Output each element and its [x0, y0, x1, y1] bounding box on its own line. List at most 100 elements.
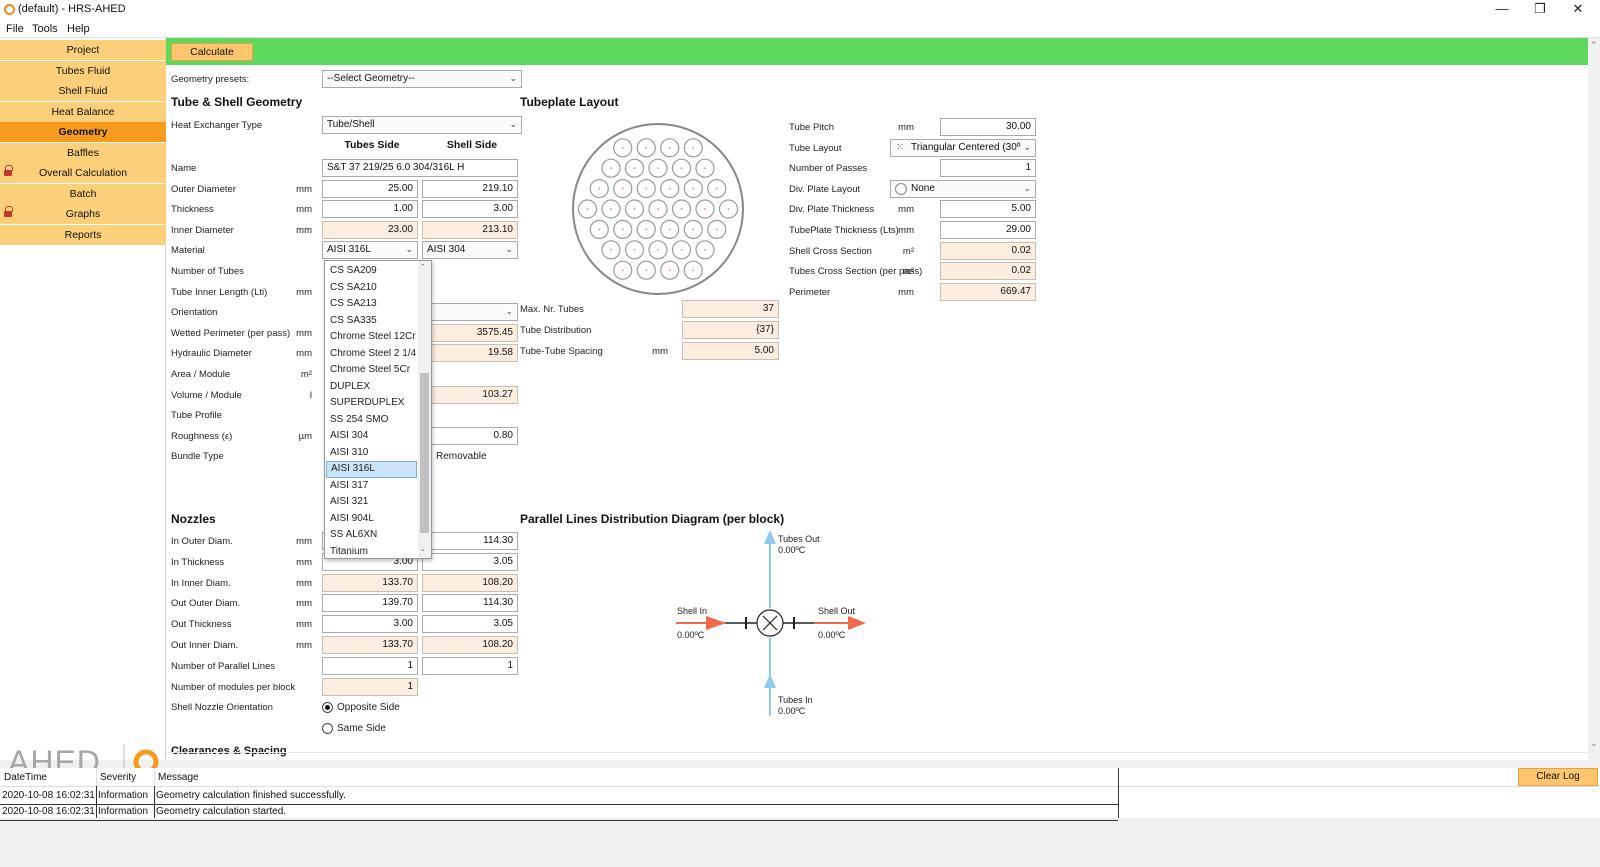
chevron-down-icon: ⌄ [405, 244, 413, 255]
clear-log-button[interactable]: Clear Log [1518, 768, 1598, 786]
material-option-cs-sa213[interactable]: CS SA213 [326, 296, 417, 313]
outer-diameter-label: Outer Diameter [171, 183, 236, 195]
div-plate-thickness-field[interactable]: 5.00 [940, 200, 1036, 219]
sidebar-item-label: Geometry [58, 126, 108, 138]
opposite-side-radio[interactable] [322, 702, 333, 713]
scroll-up-icon[interactable]: ⌃ [1590, 40, 1598, 51]
out-outer-diam-tubes-field[interactable]: 139.70 [322, 594, 418, 613]
roughness-shell-field[interactable]: 0.80 [422, 426, 518, 445]
dropdown-scroll-thumb[interactable] [420, 373, 429, 533]
material-option-aisi-317[interactable]: AISI 317 [326, 478, 417, 495]
material-option-aisi-904l[interactable]: AISI 904L [326, 511, 417, 528]
material-option-ss-al6xn[interactable]: SS AL6XN [326, 527, 417, 544]
roughness-unit: µm [298, 430, 312, 442]
sidebar-item-reports[interactable]: Reports [0, 224, 166, 245]
number-of-passes-field[interactable]: 1 [940, 159, 1036, 178]
tube-center-dot [704, 167, 706, 170]
sidebar-item-label: Overall Calculation [38, 167, 128, 179]
tubeplate-thickness-lts-label: TubePlate Thickness (Lts) [789, 225, 899, 236]
number-of-parallel-lines-tubes-field[interactable]: 1 [322, 656, 418, 675]
calculate-button[interactable]: Calculate [171, 43, 253, 61]
tube-pitch-field[interactable]: 30.00 [940, 118, 1036, 136]
material-option-aisi-321[interactable]: AISI 321 [326, 494, 417, 511]
menu-help[interactable]: Help [67, 23, 90, 35]
same-side-label: Same Side [337, 723, 386, 734]
name-field[interactable]: S&T 37 219/25 6.0 304/316L H [322, 159, 518, 177]
thickness-shell-field[interactable]: 3.00 [422, 200, 518, 219]
material-option-cs-sa210[interactable]: CS SA210 [326, 280, 417, 297]
hx-type-select[interactable]: Tube/Shell ⌄ [322, 116, 522, 134]
log-col-severity: Severity [100, 772, 137, 783]
sidebar-item-graphs[interactable]: Graphs [0, 204, 166, 224]
same-side-radio[interactable] [322, 723, 333, 734]
div-plate-layout-select[interactable]: None ⌄ [890, 179, 1036, 198]
material-option-duplex[interactable]: DUPLEX [326, 379, 417, 396]
dropdown-scrollbar[interactable]: ⌃ ⌄ [418, 261, 431, 558]
outer-diameter-shell-field[interactable]: 219.10 [422, 179, 518, 198]
material-option-chrome-steel-12cr[interactable]: Chrome Steel 12Cr [326, 329, 417, 346]
tube-layout-label: Tube Layout [789, 142, 842, 154]
out-inner-diam-shell-field: 108.20 [422, 636, 518, 654]
tube-distribution-label: Tube Distribution [520, 325, 592, 336]
material-option-aisi-316l[interactable]: AISI 316L [326, 461, 417, 478]
max-tubes-label: Max. Nr. Tubes [520, 304, 584, 315]
material-dropdown-list[interactable]: CS SA209 CS SA210 CS SA213 CS SA335 Chrome S… [324, 260, 432, 559]
scroll-down-icon[interactable]: ⌄ [420, 545, 426, 553]
material-option-cs-sa209[interactable]: CS SA209 [326, 263, 417, 280]
tubes-in-arrow [764, 674, 776, 688]
material-option-aisi-310[interactable]: AISI 310 [326, 445, 417, 462]
tube-layout-select[interactable]: ⁙ Triangular Centered (30º ⌄ [890, 138, 1036, 157]
div-plate-thickness-label: Div. Plate Thickness [789, 204, 875, 216]
hydraulic-diameter-shell-field: 19.58 [422, 344, 518, 363]
in-outer-diam-shell-field[interactable]: 114.30 [422, 532, 518, 550]
menu-tools[interactable]: Tools [32, 23, 58, 35]
tube-spacing-field: 5.00 [682, 342, 779, 360]
roughness-label: Roughness (ε) [171, 430, 233, 442]
shell-material-select[interactable]: AISI 304 ⌄ [422, 241, 518, 260]
sidebar-item-project[interactable]: Project [0, 40, 166, 60]
material-option-ss-254-smo[interactable]: SS 254 SMO [326, 412, 417, 429]
out-thickness-shell-field[interactable]: 3.05 [422, 615, 518, 634]
app-icon [4, 4, 15, 15]
in-inner-diam-shell-field: 108.20 [422, 573, 518, 592]
sidebar-item-shell-fluid[interactable]: Shell Fluid [0, 81, 166, 101]
outer-diameter-tubes-field[interactable]: 25.00 [322, 179, 418, 198]
out-outer-diam-shell-field[interactable]: 114.30 [422, 594, 518, 613]
material-option-aisi-304[interactable]: AISI 304 [326, 428, 417, 445]
scroll-down-icon[interactable]: ⌄ [1590, 738, 1598, 749]
in-thickness-shell-field[interactable]: 3.05 [422, 552, 518, 571]
out-inner-diam-label: Out Inner Diam. [171, 640, 239, 651]
sidebar-item-overall-calculation[interactable]: Overall Calculation [0, 163, 166, 183]
scroll-up-icon[interactable]: ⌃ [420, 263, 426, 271]
menu-file[interactable]: File [6, 23, 24, 35]
thickness-tubes-field[interactable]: 1.00 [322, 200, 418, 219]
wetted-perimeter-per-pass-shell-field: 3575.45 [422, 323, 518, 342]
number-of-parallel-lines-shell-field[interactable]: 1 [422, 656, 518, 675]
sidebar: Project Tubes Fluid Shell Fluid Heat Balanc… [0, 38, 166, 780]
tubes-material-select[interactable]: AISI 316L ⌄ [322, 241, 418, 260]
main-vertical-scrollbar[interactable]: ⌃ ⌄ [1588, 38, 1600, 750]
sidebar-item-geometry[interactable]: Geometry [0, 122, 166, 142]
volume-module-unit: l [309, 389, 312, 401]
sidebar-item-batch[interactable]: Batch [0, 183, 166, 204]
sidebar-item-tubes-fluid[interactable]: Tubes Fluid [0, 60, 166, 81]
tube-center-dot [668, 269, 671, 272]
h-scrollbar[interactable] [166, 752, 1588, 753]
geometry-presets-select[interactable]: --Select Geometry-- ⌄ [322, 70, 522, 88]
tubeplate-thickness-lts-field[interactable]: 29.00 [940, 221, 1036, 239]
log-panel: DateTime Severity Message 2020-10-08 16:… [0, 768, 1600, 821]
material-option-cs-sa335[interactable]: CS SA335 [326, 313, 417, 330]
sidebar-item-baffles[interactable]: Baffles [0, 142, 166, 163]
material-option-titanium[interactable]: Titanium [326, 544, 417, 561]
material-option-superduplex[interactable]: SUPERDUPLEX [326, 395, 417, 412]
out-thickness-tubes-field[interactable]: 3.00 [322, 615, 418, 634]
orientation-select[interactable]: ⌄ [422, 303, 518, 322]
close-button[interactable]: ✕ [1560, 0, 1596, 20]
sidebar-item-heat-balance[interactable]: Heat Balance [0, 101, 166, 122]
tube-center-dot [704, 208, 706, 210]
material-option-chrome-steel-2-1-4[interactable]: Chrome Steel 2 1/4 [326, 346, 417, 363]
triangular-layout-icon: ⁙ [896, 141, 905, 153]
material-option-chrome-steel-5cr[interactable]: Chrome Steel 5Cr [326, 362, 417, 379]
restore-button[interactable]: ❐ [1522, 0, 1558, 20]
minimize-button[interactable]: — [1484, 0, 1520, 20]
